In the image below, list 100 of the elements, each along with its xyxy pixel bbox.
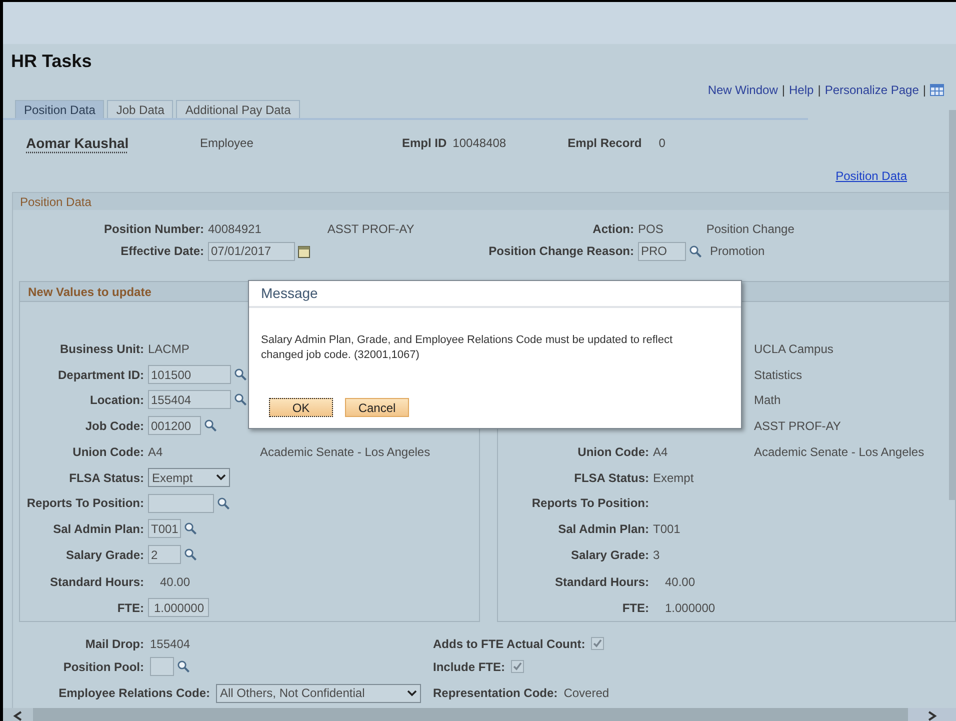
- field-label: Sal Admin Plan:: [53, 520, 144, 538]
- field-value: 0: [658, 135, 666, 152]
- field-value: T001: [653, 520, 680, 538]
- field-label: Position Change Reason:: [488, 244, 634, 258]
- field-label: FTE:: [117, 600, 144, 616]
- field-label: Employee Relations Code:: [58, 685, 210, 702]
- field-description: Math: [754, 392, 781, 408]
- search-icon[interactable]: [184, 522, 197, 535]
- field-label: Union Code:: [72, 444, 144, 461]
- dialog-message: Salary Admin Plan, Grade, and Employee Relations Code must be updated to reflect changed job code. (32001,1067): [260, 333, 674, 363]
- field-label: FLSA Status:: [69, 470, 144, 486]
- field-value: 10048408: [452, 135, 508, 152]
- field-description: UCLA Campus: [754, 341, 834, 358]
- horizontal-scrollbar[interactable]: [3, 708, 956, 721]
- input-field[interactable]: [150, 657, 174, 676]
- field-value: 40084921: [208, 221, 262, 238]
- search-icon[interactable]: [234, 368, 247, 381]
- employee-type: Employee: [200, 135, 254, 152]
- search-icon[interactable]: [234, 393, 247, 406]
- search-icon[interactable]: [184, 548, 197, 561]
- field-description: ASST PROF-AY: [327, 222, 414, 236]
- field-value: 40.00: [665, 574, 696, 590]
- calendar-icon[interactable]: [298, 244, 310, 258]
- field-value: LACMP: [148, 341, 190, 358]
- field-label: Representation Code:: [433, 685, 558, 702]
- field-label: Mail Drop:: [85, 636, 144, 652]
- field-label: Empl Record: [568, 135, 642, 152]
- input-field[interactable]: [148, 494, 214, 512]
- page-title: HR Tasks: [11, 50, 92, 72]
- field-label: Location:: [90, 392, 144, 408]
- dialog-button[interactable]: Cancel: [345, 398, 409, 417]
- input-field[interactable]: 1.000000: [148, 598, 209, 617]
- dropdown[interactable]: Exempt: [148, 468, 230, 487]
- input-field[interactable]: T001: [148, 519, 181, 538]
- field-value: POS: [638, 221, 664, 238]
- separator: |: [818, 82, 821, 99]
- employee-name[interactable]: Aomar Kaushal: [26, 132, 200, 154]
- vertical-scrollbar[interactable]: [949, 110, 956, 500]
- checkbox[interactable]: [591, 637, 604, 650]
- header-link[interactable]: Personalize Page: [824, 81, 919, 99]
- chevron-left-icon[interactable]: [3, 708, 33, 721]
- field-label: Reports To Position:: [532, 495, 649, 512]
- input-field[interactable]: 101500: [148, 365, 231, 384]
- header-link[interactable]: New Window: [708, 81, 778, 99]
- field-label: Salary Grade:: [570, 546, 649, 564]
- field-label: Standard Hours:: [554, 574, 649, 590]
- tab[interactable]: Position Data: [15, 100, 104, 118]
- field-description: Academic Senate - Los Angeles: [260, 444, 430, 461]
- grid-icon[interactable]: [930, 84, 944, 96]
- field-label: Reports To Position:: [26, 495, 144, 512]
- field-label: Department ID:: [58, 366, 144, 384]
- field-label: Salary Grade:: [66, 546, 144, 564]
- field-value: 3: [653, 546, 660, 564]
- tab[interactable]: Additional Pay Data: [176, 100, 300, 118]
- field-label: Business Unit:: [60, 341, 144, 358]
- field-label: Position Pool:: [63, 658, 144, 676]
- field-label: Union Code:: [578, 444, 649, 461]
- field-description: ASST PROF-AY: [754, 418, 841, 434]
- field-label: Effective Date:: [120, 243, 204, 260]
- header-link[interactable]: Help: [789, 81, 814, 99]
- field-value: Exempt: [653, 470, 694, 486]
- field-value: A4: [148, 444, 163, 461]
- dialog-title: Message: [261, 284, 318, 303]
- dialog-button[interactable]: OK: [269, 398, 333, 417]
- input-field[interactable]: 001200: [148, 416, 201, 435]
- chevron-right-icon[interactable]: [908, 708, 956, 721]
- field-description: Statistics: [754, 366, 802, 384]
- field-value: 155404: [150, 636, 190, 652]
- field-description: Position Change: [706, 222, 794, 236]
- page-link[interactable]: Position Data: [836, 167, 907, 185]
- separator: |: [922, 82, 926, 99]
- field-label: Job Code:: [85, 418, 144, 434]
- field-label: FTE:: [622, 600, 649, 616]
- field-label: FLSA Status:: [574, 470, 649, 486]
- search-icon[interactable]: [689, 244, 702, 258]
- field-label: Action:: [592, 222, 634, 236]
- dropdown[interactable]: All Others, Not Confidential: [216, 684, 421, 702]
- field-description: Academic Senate - Los Angeles: [754, 444, 924, 461]
- field-value: A4: [653, 444, 668, 461]
- field-description: Promotion: [710, 244, 765, 258]
- checkbox[interactable]: [511, 660, 524, 673]
- input-field[interactable]: 2: [148, 545, 181, 564]
- field-label: Standard Hours:: [50, 574, 144, 590]
- field-label: Adds to FTE Actual Count:: [433, 636, 586, 652]
- field-value: 40.00: [160, 574, 190, 590]
- search-icon[interactable]: [177, 660, 190, 673]
- input-field[interactable]: PRO: [638, 242, 686, 260]
- field-value: 1.000000: [665, 600, 716, 616]
- search-icon[interactable]: [204, 419, 217, 432]
- field-label: Include FTE:: [433, 658, 505, 676]
- tab[interactable]: Job Data: [107, 100, 174, 118]
- field-value: Covered: [564, 685, 610, 702]
- field-label: Sal Admin Plan:: [558, 520, 649, 538]
- date-field[interactable]: 07/01/2017: [208, 242, 295, 260]
- field-label: Empl ID: [402, 135, 447, 152]
- search-icon[interactable]: [217, 496, 230, 510]
- chevron-down-icon: [407, 690, 417, 696]
- input-field[interactable]: 155404: [148, 390, 231, 409]
- separator: |: [782, 82, 785, 99]
- field-label: Position Number:: [104, 221, 204, 238]
